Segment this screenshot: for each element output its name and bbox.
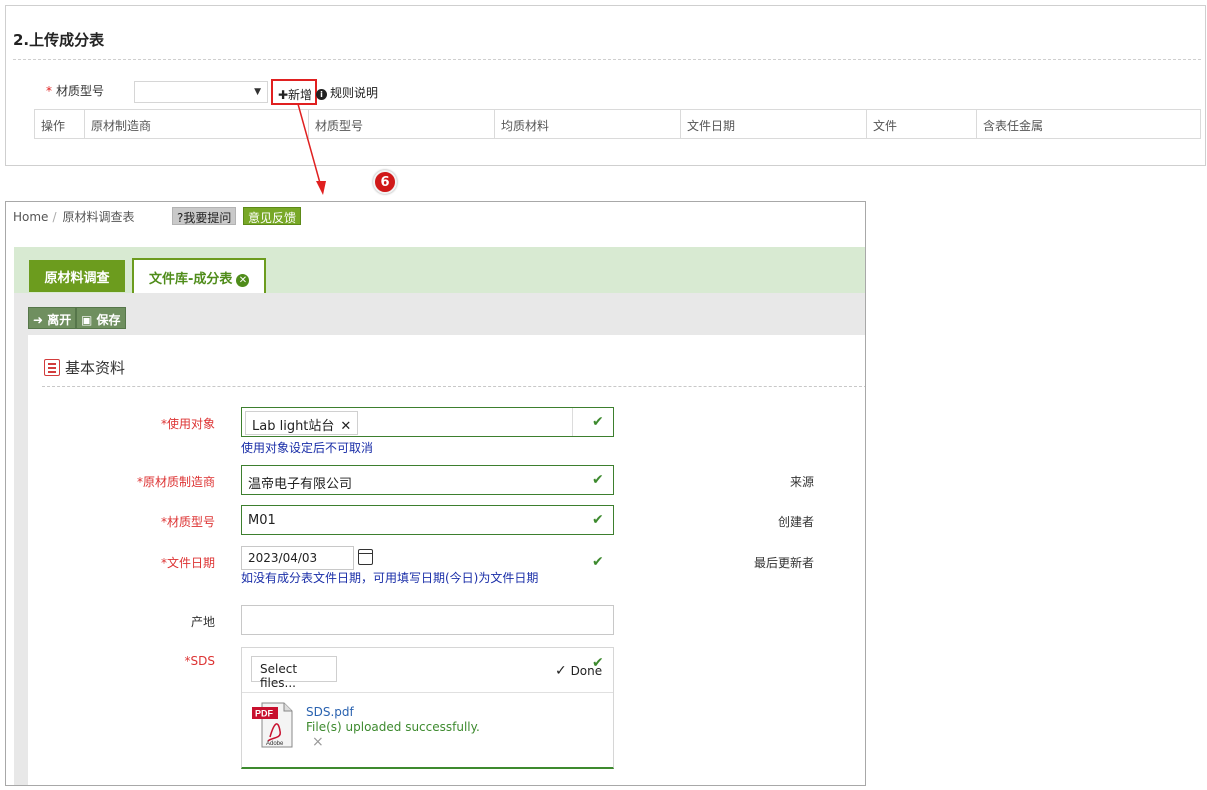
material-model-input[interactable]: M01 (241, 505, 614, 535)
manufacturer-value: 温帝电子有限公司 (248, 477, 353, 492)
breadcrumb-current: 原材料调查表 (62, 210, 135, 224)
material-model-select[interactable]: ▼ (134, 81, 268, 103)
use-target-tag-text: Lab light站台 (252, 419, 335, 434)
use-target-tag: Lab light站台 ✕ (245, 411, 359, 435)
manufacturer-label-text: *原材质制造商 (136, 475, 215, 489)
upload-done-status: ✓ Done (555, 663, 602, 679)
rules-link-text: 规则说明 (330, 86, 379, 100)
toolbar: ➜ 离开 ▣ 保存 (14, 293, 865, 335)
valid-check-icon: ✔ (592, 554, 604, 570)
use-target-field[interactable]: Lab light站台 ✕ (241, 407, 614, 437)
use-target-label: *使用对象 (161, 415, 215, 432)
close-tab-icon[interactable]: ✕ (236, 274, 250, 287)
arrow-head (316, 181, 326, 195)
calendar-icon[interactable] (358, 549, 373, 565)
breadcrumb-home[interactable]: Home (13, 210, 48, 224)
remove-file-icon[interactable]: × (312, 734, 324, 750)
valid-check-icon: ✔ (592, 472, 604, 488)
section-divider (13, 59, 1201, 60)
save-button-label: 保存 (96, 313, 121, 327)
save-button[interactable]: ▣ 保存 (76, 307, 126, 329)
breadcrumb-separator: / (52, 210, 57, 224)
breadcrumb: Home / 原材料调查表 (13, 208, 135, 225)
manufacturer-input[interactable]: 温帝电子有限公司 (241, 465, 614, 495)
checkmark-icon: ✓ (555, 663, 567, 679)
file-date-hint: 如没有成分表文件日期，可用填写日期(今日)为文件日期 (241, 571, 539, 585)
origin-input[interactable] (241, 605, 614, 635)
sds-label: *SDS (185, 654, 215, 668)
manufacturer-label: *原材质制造商 (137, 473, 215, 490)
rules-link[interactable]: i 规则说明 (316, 84, 378, 101)
material-model-field-label: *材质型号 (161, 513, 215, 530)
list-icon (44, 359, 60, 376)
feedback-button[interactable]: 意见反馈 (243, 207, 302, 225)
material-model-label-text: 材质型号 (56, 84, 105, 98)
section-title: 2.上传成分表 (13, 31, 105, 49)
file-date-label-text: *文件日期 (160, 556, 215, 570)
material-model-value: M01 (248, 513, 276, 528)
info-icon: i (316, 89, 327, 100)
exit-icon: ➜ (33, 313, 44, 327)
pdf-brand-text: Adobe (266, 741, 284, 747)
column-header-material-model[interactable]: 材质型号 (309, 110, 495, 138)
floppy-disk-icon: ▣ (81, 313, 93, 327)
tab-bar: 原材料调查 文件库-成分表 ✕ (14, 247, 865, 294)
uploaded-file-name[interactable]: SDS.pdf (306, 705, 354, 719)
upload-done-text: Done (570, 664, 603, 678)
add-button[interactable]: ✚新增 (271, 79, 317, 105)
material-model-label: * 材质型号 (46, 82, 104, 99)
origin-label: 产地 (190, 615, 215, 629)
use-target-hint: 使用对象设定后不可取消 (241, 441, 374, 455)
leave-button[interactable]: ➜ 离开 (28, 307, 77, 329)
column-header-file[interactable]: 文件 (867, 110, 977, 138)
basic-info-title: 基本资料 (65, 359, 126, 377)
valid-check-icon: ✔ (592, 512, 604, 528)
left-gutter (14, 335, 28, 785)
leave-button-label: 离开 (47, 313, 72, 327)
column-header-metals[interactable]: 含表任金属 (977, 110, 1200, 138)
material-model-field-label-text: *材质型号 (160, 515, 215, 529)
upload-composition-panel: 2.上传成分表 * 材质型号 ▼ ✚新增 i 规则说明 操作 原材制造商 材质型号 … (5, 5, 1206, 166)
field-divider (572, 408, 573, 436)
ask-question-button[interactable]: ?我要提问 (172, 207, 237, 225)
upload-status-message: File(s) uploaded successfully. (306, 720, 480, 734)
column-header-homogeneous-material[interactable]: 均质材料 (495, 110, 681, 138)
last-updater-label: 最后更新者 (753, 556, 814, 570)
tab-file-library[interactable]: 文件库-成分表 ✕ (132, 258, 266, 294)
select-files-button[interactable]: Select files... (251, 656, 337, 690)
source-label: 来源 (789, 475, 814, 489)
tab-file-library-label: 文件库-成分表 (149, 272, 233, 287)
creator-label: 创建者 (777, 515, 814, 529)
basic-info-divider (42, 386, 865, 387)
column-header-action[interactable]: 操作 (35, 110, 85, 138)
sds-upload: Select files... ✔ ✓ Done PDF Adobe SDS.p… (241, 647, 614, 769)
column-header-manufacturer[interactable]: 原材制造商 (85, 110, 309, 138)
step-marker: 6 (373, 170, 397, 194)
upload-divider (242, 692, 613, 693)
file-date-input[interactable]: 2023/04/03 (241, 546, 354, 570)
composition-grid-header: 操作 原材制造商 材质型号 均质材料 文件日期 文件 含表任金属 (34, 109, 1201, 139)
remove-tag-icon[interactable]: ✕ (340, 419, 351, 434)
sds-label-text: *SDS (184, 654, 215, 668)
pdf-badge-text: PDF (255, 709, 274, 719)
column-header-file-date[interactable]: 文件日期 (681, 110, 867, 138)
valid-check-icon: ✔ (592, 414, 604, 430)
chevron-down-icon: ▼ (254, 87, 261, 97)
file-date-label: *文件日期 (161, 554, 215, 571)
tab-material-survey[interactable]: 原材料调查 (29, 260, 125, 292)
app-screenshot-frame: Home / 原材料调查表 ?我要提问 意见反馈 原材料调查 文件库-成分表 ✕ ➜ … (5, 201, 866, 786)
required-mark: * (46, 84, 52, 98)
use-target-label-text: *使用对象 (160, 417, 215, 431)
pdf-file-icon: PDF Adobe (252, 702, 293, 748)
